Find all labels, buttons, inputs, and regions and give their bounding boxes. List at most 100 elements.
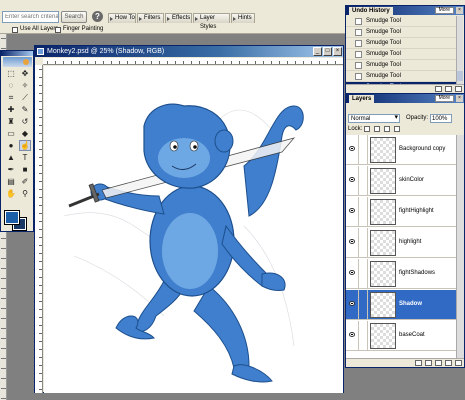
tab-undo-history[interactable]: Undo History [349, 7, 393, 15]
search-input[interactable] [2, 11, 59, 23]
type-tool-icon[interactable]: T [19, 152, 31, 163]
marquee-tool-icon[interactable]: ⬚ [5, 68, 17, 79]
history-more-button[interactable]: More [434, 7, 454, 14]
tab-filters[interactable]: Filters [137, 13, 164, 23]
finger-painting-checkbox[interactable] [55, 27, 61, 33]
crop-tool-icon[interactable]: ⌗ [5, 92, 17, 103]
new-group-icon[interactable] [435, 360, 442, 366]
close-button[interactable]: × [333, 47, 342, 56]
layer-row[interactable]: skinColor [346, 166, 458, 196]
tools-title-bar[interactable] [1, 51, 33, 56]
history-item[interactable]: Smudge Tool [346, 71, 456, 82]
history-item[interactable]: Smudge Tool [346, 38, 456, 49]
blend-mode-select[interactable]: Normal [348, 114, 400, 123]
zoom-tool-icon[interactable]: ⚲ [19, 188, 31, 199]
lock-image-checkbox[interactable] [374, 126, 380, 132]
history-item[interactable]: Smudge Tool [346, 60, 456, 71]
ruler-tick [103, 61, 104, 64]
history-title-bar[interactable]: Undo History More × [346, 6, 464, 15]
layer-style-icon[interactable] [415, 360, 422, 366]
visibility-eye-icon[interactable] [349, 146, 355, 151]
use-all-layers-checkbox[interactable] [12, 27, 18, 33]
blur-tool-icon[interactable]: ● [5, 140, 17, 151]
move-tool-icon[interactable]: ✥ [19, 68, 31, 79]
link-column[interactable] [358, 259, 368, 289]
slice-tool-icon[interactable]: ⟋ [19, 92, 31, 103]
opacity-label: Opacity: [406, 115, 429, 121]
history-close-icon[interactable]: × [456, 7, 463, 14]
help-icon[interactable]: ? [92, 11, 103, 22]
search-button[interactable]: Search [61, 11, 87, 23]
delete-state-icon[interactable] [455, 86, 462, 92]
layer-thumbnail [370, 199, 396, 225]
notes-tool-icon[interactable]: ▤ [5, 176, 17, 187]
ruler-tick [63, 61, 64, 64]
new-snapshot-icon[interactable] [435, 86, 442, 92]
smudge-tool-icon[interactable]: ☝ [19, 140, 31, 151]
new-layer-icon[interactable] [445, 360, 452, 366]
ruler-tick [279, 61, 280, 64]
bucket-tool-icon[interactable]: ◆ [19, 128, 31, 139]
history-item[interactable]: Smudge Tool [346, 27, 456, 38]
history-item[interactable]: Smudge Tool [346, 16, 456, 27]
eraser-tool-icon[interactable]: ▭ [5, 128, 17, 139]
layer-row[interactable]: Shadow [346, 290, 458, 320]
visibility-eye-icon[interactable] [349, 332, 355, 337]
lock-position-checkbox[interactable] [384, 126, 390, 132]
history-scrollbar[interactable] [456, 16, 463, 84]
visibility-eye-icon[interactable] [349, 208, 355, 213]
ruler-tick [79, 61, 80, 64]
layers-more-button[interactable]: More [434, 95, 454, 102]
layer-row[interactable]: Background copy [346, 135, 458, 165]
link-column[interactable] [358, 135, 368, 165]
path-selection-tool-icon[interactable]: ▲ [5, 152, 17, 163]
lock-transparency-checkbox[interactable] [364, 126, 370, 132]
link-column[interactable] [358, 290, 368, 320]
layer-row[interactable]: baseCoat [346, 321, 458, 351]
history-brush-tool-icon[interactable]: ↺ [19, 116, 31, 127]
stamp-tool-icon[interactable]: ♜ [5, 116, 17, 127]
lock-all-checkbox[interactable] [394, 126, 400, 132]
link-column[interactable] [358, 321, 368, 351]
link-column[interactable] [358, 197, 368, 227]
link-column[interactable] [358, 166, 368, 196]
layers-close-icon[interactable]: × [456, 95, 463, 102]
visibility-eye-icon[interactable] [349, 301, 355, 306]
tab-layer-styles[interactable]: Layer Styles [193, 13, 230, 30]
layer-row[interactable]: fightHighlight [346, 197, 458, 227]
link-column[interactable] [358, 228, 368, 258]
foreground-color-swatch[interactable] [4, 210, 20, 225]
magic-wand-tool-icon[interactable]: ✧ [19, 80, 31, 91]
layer-row[interactable]: fightShadows [346, 259, 458, 289]
pen-tool-icon[interactable]: ✒ [5, 164, 17, 175]
minimize-button[interactable]: _ [313, 47, 322, 56]
brush-tool-icon[interactable]: ✎ [19, 104, 31, 115]
ruler-tick [207, 61, 208, 64]
visibility-eye-icon[interactable] [349, 239, 355, 244]
hand-tool-icon[interactable]: ✋ [5, 188, 17, 199]
maximize-button[interactable]: □ [323, 47, 332, 56]
adjustment-layer-icon[interactable] [425, 360, 432, 366]
layers-scrollbar[interactable] [456, 135, 464, 360]
document-title-bar[interactable]: Monkey2.psd @ 25% (Shadow, RGB) _ □ × [35, 46, 343, 57]
healing-tool-icon[interactable]: ✚ [5, 104, 17, 115]
eyedropper-tool-icon[interactable]: ✐ [19, 176, 31, 187]
shape-tool-icon[interactable]: ■ [19, 164, 31, 175]
ruler-tick [39, 229, 42, 230]
layer-row[interactable]: highlight [346, 228, 458, 258]
visibility-eye-icon[interactable] [349, 177, 355, 182]
tab-effects[interactable]: Effects [165, 13, 192, 23]
visibility-eye-icon[interactable] [349, 270, 355, 275]
lasso-tool-icon[interactable]: ◌ [5, 80, 17, 91]
new-document-icon[interactable] [445, 86, 452, 92]
tab-layers[interactable]: Layers [349, 95, 375, 103]
ruler-tick [39, 133, 42, 134]
tab-hints[interactable]: Hints [231, 13, 255, 23]
opacity-input[interactable]: 100% [430, 114, 452, 123]
layers-title-bar[interactable]: Layers More × [346, 94, 464, 103]
tab-how-to[interactable]: How To [108, 13, 136, 23]
trash-icon[interactable] [455, 360, 462, 366]
layer-thumbnail [370, 323, 396, 349]
image-canvas[interactable] [44, 66, 343, 393]
history-item[interactable]: Smudge Tool [346, 49, 456, 60]
